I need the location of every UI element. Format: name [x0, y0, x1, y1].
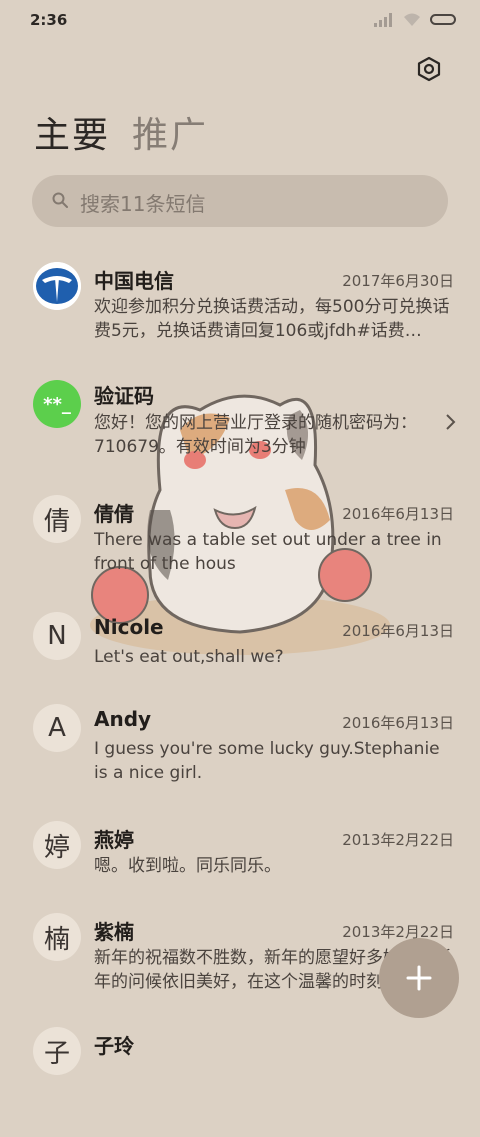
- china-telecom-logo: [33, 262, 81, 310]
- status-time: 2:36: [30, 11, 68, 29]
- search-input[interactable]: 搜索11条短信: [80, 188, 205, 217]
- contact-avatar: N: [33, 612, 81, 660]
- contact-avatar: A: [33, 704, 81, 752]
- tab-promotions[interactable]: 推广: [132, 106, 208, 158]
- message-date: 2017年6月30日: [342, 272, 454, 290]
- message-preview: Let's eat out,shall we?: [94, 647, 284, 667]
- message-preview: I guess you're some lucky guy.Stephanie …: [94, 739, 440, 783]
- chevron-right-icon[interactable]: [444, 413, 456, 431]
- message-row[interactable]: 倩 倩倩 2016年6月13日 There was a table set ou…: [0, 495, 480, 605]
- message-row[interactable]: 子 子玲: [0, 1027, 480, 1137]
- message-row[interactable]: 中国电信 2017年6月30日 欢迎参加积分兑换话费活动，每500分可兑换话费5…: [0, 255, 480, 365]
- sender-name: 倩倩: [94, 502, 134, 526]
- message-date: 2013年2月22日: [342, 831, 454, 849]
- message-preview: 您好！您的网上营业厅登录的随机密码为：710679。有效时间为3分钟: [94, 413, 417, 457]
- sender-name: 验证码: [94, 384, 154, 408]
- contact-avatar: 子: [33, 1027, 81, 1075]
- message-preview: There was a table set out under a tree i…: [94, 530, 442, 574]
- tab-bar: 主要 推广: [34, 106, 208, 158]
- status-bar: 2:36: [0, 0, 480, 40]
- sender-name: 中国电信: [94, 269, 174, 293]
- search-bar[interactable]: 搜索11条短信: [32, 175, 448, 227]
- message-preview: 欢迎参加积分兑换话费活动，每500分可兑换话费5元，兑换话费请回复106或jfd…: [94, 297, 450, 341]
- contact-avatar: 倩: [33, 495, 81, 543]
- message-row[interactable]: **_ 验证码 您好！您的网上营业厅登录的随机密码为：710679。有效时间为3…: [0, 373, 480, 483]
- sender-name: 紫楠: [94, 920, 134, 944]
- sender-name: 燕婷: [94, 828, 134, 852]
- compose-button[interactable]: [379, 938, 459, 1018]
- message-date: 2016年6月13日: [342, 622, 454, 640]
- settings-icon[interactable]: [416, 56, 442, 82]
- message-date: 2013年2月22日: [342, 923, 454, 941]
- sender-name: 子玲: [94, 1034, 134, 1058]
- battery-icon: [430, 14, 456, 25]
- status-icons: [374, 12, 456, 27]
- signal-icon: [374, 12, 392, 27]
- search-icon: [52, 192, 68, 208]
- message-date: 2016年6月13日: [342, 505, 454, 523]
- message-row[interactable]: A Andy 2016年6月13日 I guess you're some lu…: [0, 704, 480, 814]
- contact-avatar: 楠: [33, 913, 81, 961]
- message-preview: 嗯。收到啦。同乐同乐。: [94, 856, 281, 876]
- tab-primary[interactable]: 主要: [34, 106, 110, 158]
- plus-icon: [406, 965, 432, 991]
- sender-name: Andy: [94, 707, 152, 731]
- verification-avatar: **_: [33, 380, 81, 428]
- contact-avatar: 婷: [33, 821, 81, 869]
- sender-name: Nicole: [94, 615, 164, 639]
- message-date: 2016年6月13日: [342, 714, 454, 732]
- wifi-icon: [404, 13, 420, 26]
